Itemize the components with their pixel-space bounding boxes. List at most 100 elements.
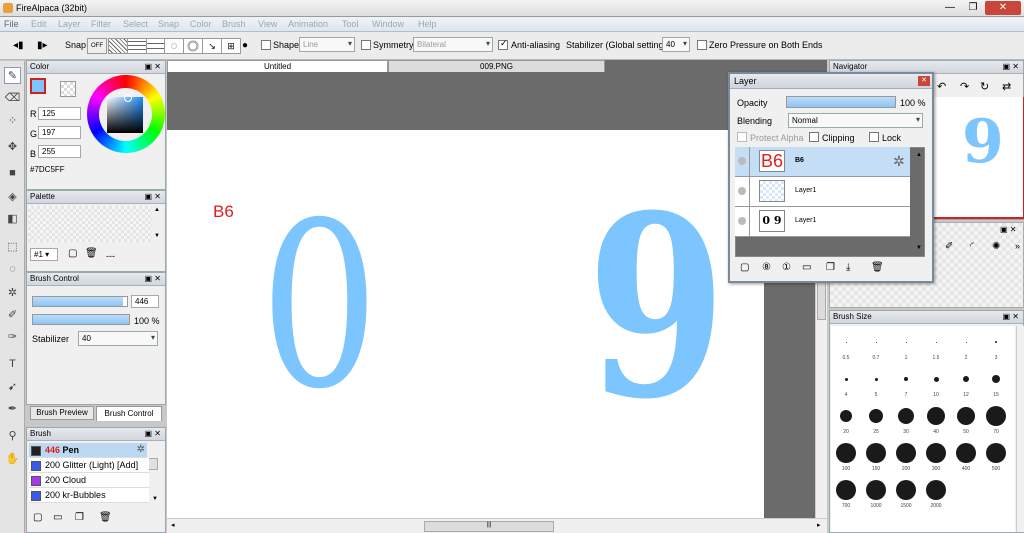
brush-size-dot[interactable] [904,377,908,381]
snap-grid-icon[interactable] [127,38,147,54]
brush-size-dot[interactable] [986,443,1006,463]
more-icon[interactable]: » [1015,241,1020,251]
eyedropper-tool-icon[interactable]: ⚲ [4,428,21,445]
visibility-icon[interactable] [738,217,746,225]
stabilizer-select[interactable]: 40 [662,37,690,52]
brush-size-dot[interactable] [896,480,916,500]
layer-folder-icon[interactable]: ▭ [802,262,811,273]
hand-tool-icon[interactable]: ✋ [4,451,21,468]
brush-size-dot[interactable] [995,341,997,343]
panel-controls-icon[interactable]: ▣ ✕ [1000,225,1016,234]
move-tool-icon[interactable]: ✥ [4,139,21,156]
scroll-left-icon[interactable]: ◂ [171,521,175,529]
minimize-icon[interactable]: — [940,1,960,15]
brush-list-scrollbar[interactable] [148,458,158,470]
merge-layer-icon[interactable]: ⤓ [846,262,850,273]
brush-size-dot[interactable] [986,406,1006,426]
magic-wand-icon[interactable]: ✲ [4,285,21,302]
blending-select[interactable]: Normal [788,113,923,128]
folder-icon[interactable]: ▭ [53,512,62,523]
snap-parallel-icon[interactable] [108,38,128,54]
new-8bit-layer-icon[interactable]: ⑧ [762,262,771,273]
add-brush-icon[interactable]: ▢ [33,512,42,523]
brush-size-dot[interactable] [845,341,847,343]
select-tool-icon[interactable]: ⬚ [4,239,21,256]
panel-controls-icon[interactable]: ▣ ✕ [1003,312,1019,321]
palette-selector[interactable]: #1 ▾ [30,248,58,261]
drawing-canvas[interactable]: B6 0 9 [167,130,764,518]
brush-item[interactable]: 200 kr-Bubbles [29,488,149,503]
brush-size-dot[interactable] [866,443,886,463]
scroll-up-icon[interactable]: ▲ [154,207,160,213]
dot-tool-icon[interactable]: ⁘ [4,113,21,130]
g-input[interactable]: 197 [38,126,81,139]
zero-pressure-checkbox[interactable] [697,40,707,50]
visibility-icon[interactable] [738,157,746,165]
tab-untitled[interactable]: Untitled [167,60,388,72]
brush-size-dot[interactable] [926,480,946,500]
divide-tool-icon[interactable]: ✒ [4,401,21,418]
bucket-tool-icon[interactable]: ◈ [4,189,21,206]
snap-3d-icon[interactable]: ⊞ [221,38,241,54]
protect-alpha-checkbox[interactable] [737,132,747,142]
snap-radial-icon[interactable] [164,38,184,54]
rotate-left-icon[interactable]: ↶ [937,80,946,93]
gear-icon[interactable]: ✲ [137,444,145,455]
snap-curve-icon[interactable]: ↘ [202,38,222,54]
panel-controls-icon[interactable]: ▣ ✕ [145,274,161,283]
menu-snap[interactable]: Snap [158,19,179,29]
snap-off-button[interactable]: OFF [87,38,107,54]
scroll-right-icon[interactable]: ▸ [817,521,821,529]
layer-row[interactable]: Layer1 [735,177,910,207]
r-input[interactable]: 125 [38,107,81,120]
brush-size-dot[interactable] [866,480,886,500]
menu-window[interactable]: Window [372,19,404,29]
lasso-tool-icon[interactable]: ◌ [4,261,21,278]
brush-size-dot[interactable] [875,341,877,343]
brush-size-dot[interactable] [957,407,975,425]
menu-animation[interactable]: Animation [288,19,328,29]
flip-icon[interactable]: ⇄ [1002,80,1011,93]
select-eraser-icon[interactable]: ✑ [4,329,21,346]
maximize-icon[interactable]: ❐ [963,1,983,15]
lock-checkbox[interactable] [869,132,879,142]
panel-controls-icon[interactable]: ▣ ✕ [145,192,161,201]
prev-icon[interactable]: ◂▮ [13,40,24,51]
duplicate-layer-icon[interactable]: ❐ [826,262,835,273]
brush-stabilizer-select[interactable]: 40 [78,331,158,346]
panel-controls-icon[interactable]: ▣ ✕ [145,429,161,438]
palette-extra-menu[interactable]: --- [106,251,115,261]
menu-filter[interactable]: Filter [91,19,111,29]
gear-icon[interactable]: ✲ [893,153,905,170]
brush-size-dot[interactable] [992,375,1000,383]
brush-size-dot[interactable] [898,408,914,424]
brush-opacity-slider[interactable] [32,314,130,325]
snap-circle-icon[interactable] [183,38,203,54]
scroll-down-icon[interactable]: ▼ [154,233,160,239]
brush-size-dot[interactable] [840,410,852,422]
navigator-preview[interactable]: 9 [932,97,1024,219]
panel-controls-icon[interactable]: ▣ ✕ [1003,62,1019,71]
symmetry-checkbox[interactable] [361,40,371,50]
layer-row[interactable]: B6 B6 ✲ [735,147,910,177]
next-icon[interactable]: ▮▸ [37,40,48,51]
gradient-tool-icon[interactable]: ◧ [4,211,21,228]
brush-size-dot[interactable] [965,341,967,343]
fill-tool-icon[interactable]: ■ [4,165,21,182]
lasso-icon[interactable]: ◜ [970,241,974,252]
reset-rotation-icon[interactable]: ↻ [980,80,989,93]
close-icon[interactable]: ✕ [918,76,930,86]
shape-checkbox[interactable] [261,40,271,50]
blur-icon[interactable]: ✺ [992,241,1000,252]
scroll-down-icon[interactable]: ▼ [152,496,158,502]
rotate-right-icon[interactable]: ↷ [960,80,969,93]
tab-009-png[interactable]: 009.PNG [388,60,605,72]
horizontal-scrollbar[interactable]: ◂ ||| ▸ [167,518,827,533]
brush-size-value[interactable]: 446 [131,295,159,308]
transparent-color-swatch[interactable] [60,81,76,97]
brush-size-slider[interactable] [32,296,128,307]
vertical-scroll-thumb[interactable] [817,280,826,320]
menu-help[interactable]: Help [418,19,437,29]
brush-size-dot[interactable] [935,341,937,343]
brush-size-dot[interactable] [896,443,916,463]
